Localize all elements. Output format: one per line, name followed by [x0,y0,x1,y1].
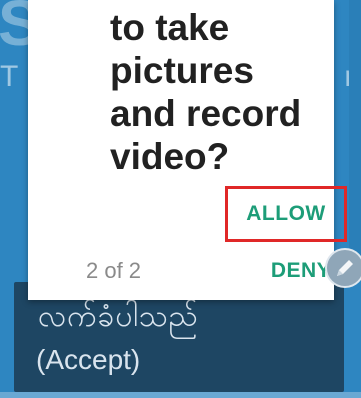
dialog-message: to take pictures and record video? [110,6,350,178]
app-edge-strip [349,0,361,260]
bottom-band [0,392,361,398]
app-text-fragment-left: T [0,60,19,93]
page-counter: 2 of 2 [86,258,142,283]
dialog-message-line: and record [110,93,302,134]
dialog-message-line: video? [110,136,230,177]
permission-dialog: to take pictures and record video? ALLOW… [28,0,347,300]
allow-button[interactable]: ALLOW [227,188,345,240]
edit-button[interactable] [325,248,361,288]
pencil-icon [337,260,353,276]
accept-native-label: လက်ခံပါသည် [38,299,199,334]
dialog-message-line: pictures [110,50,254,91]
dialog-message-line: to take [110,7,230,48]
accept-label: (Accept) [36,344,141,375]
